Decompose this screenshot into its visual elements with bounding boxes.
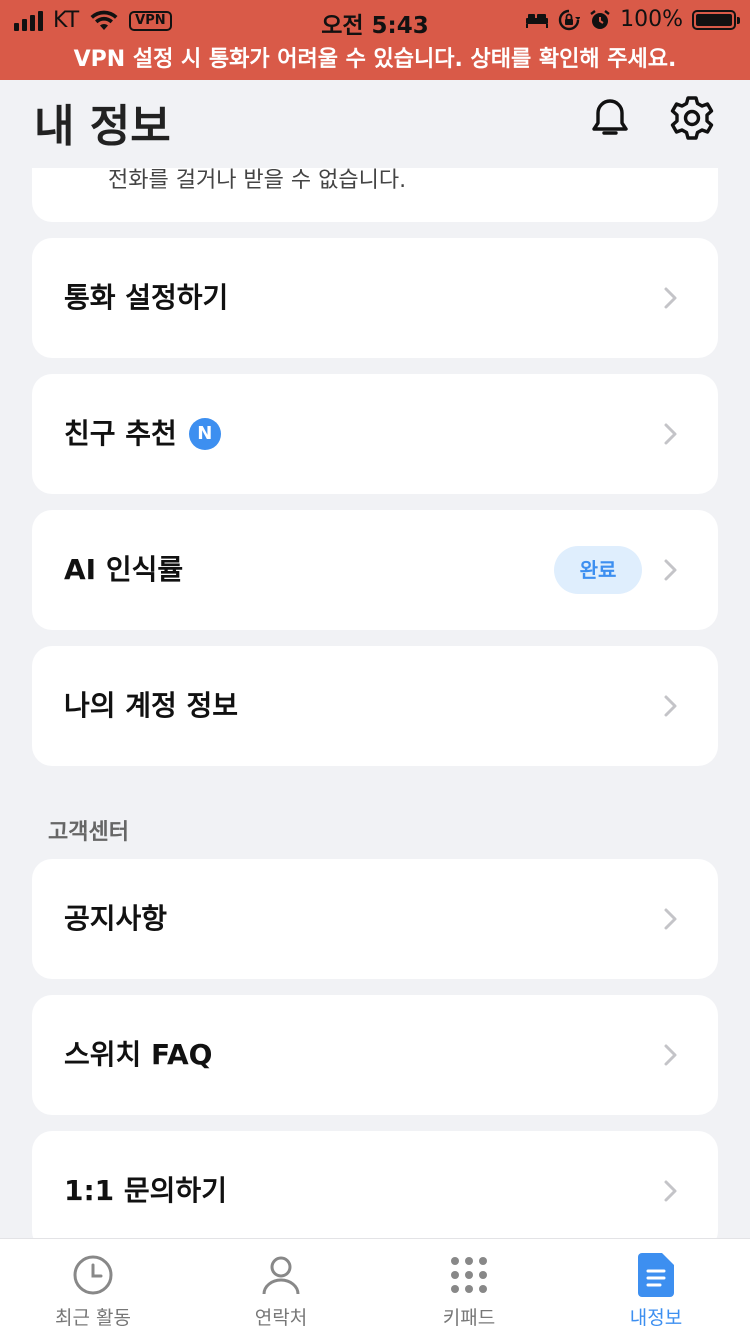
chevron-right-icon [664,559,677,581]
status-badge: 완료 [554,546,642,594]
bed-icon [526,13,549,28]
support-section-title: 고객센터 [48,820,129,845]
bell-icon[interactable] [586,94,634,142]
vpn-warning-banner[interactable]: VPN 설정 시 통화가 어려울 수 있습니다. 상태를 확인해 주세요. [0,40,750,80]
tab-recent-activity[interactable]: 최근 활동 [23,1239,163,1334]
tab-label: 내정보 [629,1307,683,1329]
page-header: 내 정보 [0,80,750,168]
chevron-right-icon [664,287,677,309]
bottom-tab-bar: 최근 활동 연락처 키패드 내정보 [0,1238,750,1334]
call-settings-row[interactable]: 통화 설정하기 [32,238,718,358]
friend-recommend-label-wrap: 친구 추천 N [64,374,221,494]
rotation-lock-icon [558,9,581,30]
tab-label: 최근 활동 [55,1307,131,1329]
status-bar: KT VPN 오전 5:43 100% [0,0,750,40]
document-icon [634,1253,678,1297]
alarm-icon [590,9,610,29]
inquiry-row[interactable]: 1:1 문의하기 [32,1131,718,1251]
page-title: 내 정보 [34,101,171,152]
call-settings-label: 통화 설정하기 [64,281,229,314]
tab-label: 키패드 [442,1307,496,1329]
person-icon [259,1253,303,1297]
chevron-right-icon [664,423,677,445]
clock-icon [71,1253,115,1297]
battery-percent: 100% [620,7,683,32]
inquiry-label: 1:1 문의하기 [64,1174,227,1207]
tab-keypad[interactable]: 키패드 [399,1239,539,1334]
tab-label: 연락처 [254,1307,308,1329]
faq-label: 스위치 FAQ [64,1038,213,1071]
ai-recognition-row[interactable]: AI 인식률 완료 [32,510,718,630]
keypad-icon [447,1253,491,1297]
ai-recognition-label: AI 인식률 [64,553,184,586]
battery-icon [692,9,740,30]
friend-recommend-label: 친구 추천 [64,417,177,450]
chevron-right-icon [664,908,677,930]
new-badge: N [188,418,221,450]
chevron-right-icon [664,695,677,717]
faq-row[interactable]: 스위치 FAQ [32,995,718,1115]
notice-label: 공지사항 [64,902,168,935]
account-info-row[interactable]: 나의 계정 정보 [32,646,718,766]
notice-row[interactable]: 공지사항 [32,859,718,979]
friend-recommend-row[interactable]: 친구 추천 N [32,374,718,494]
tab-contacts[interactable]: 연락처 [211,1239,351,1334]
tab-my-info[interactable]: 내정보 [586,1239,726,1334]
gear-icon[interactable] [668,94,716,142]
chevron-right-icon [664,1180,677,1202]
chevron-right-icon [664,1044,677,1066]
status-right: 100% [525,7,740,32]
account-info-label: 나의 계정 정보 [64,689,239,722]
